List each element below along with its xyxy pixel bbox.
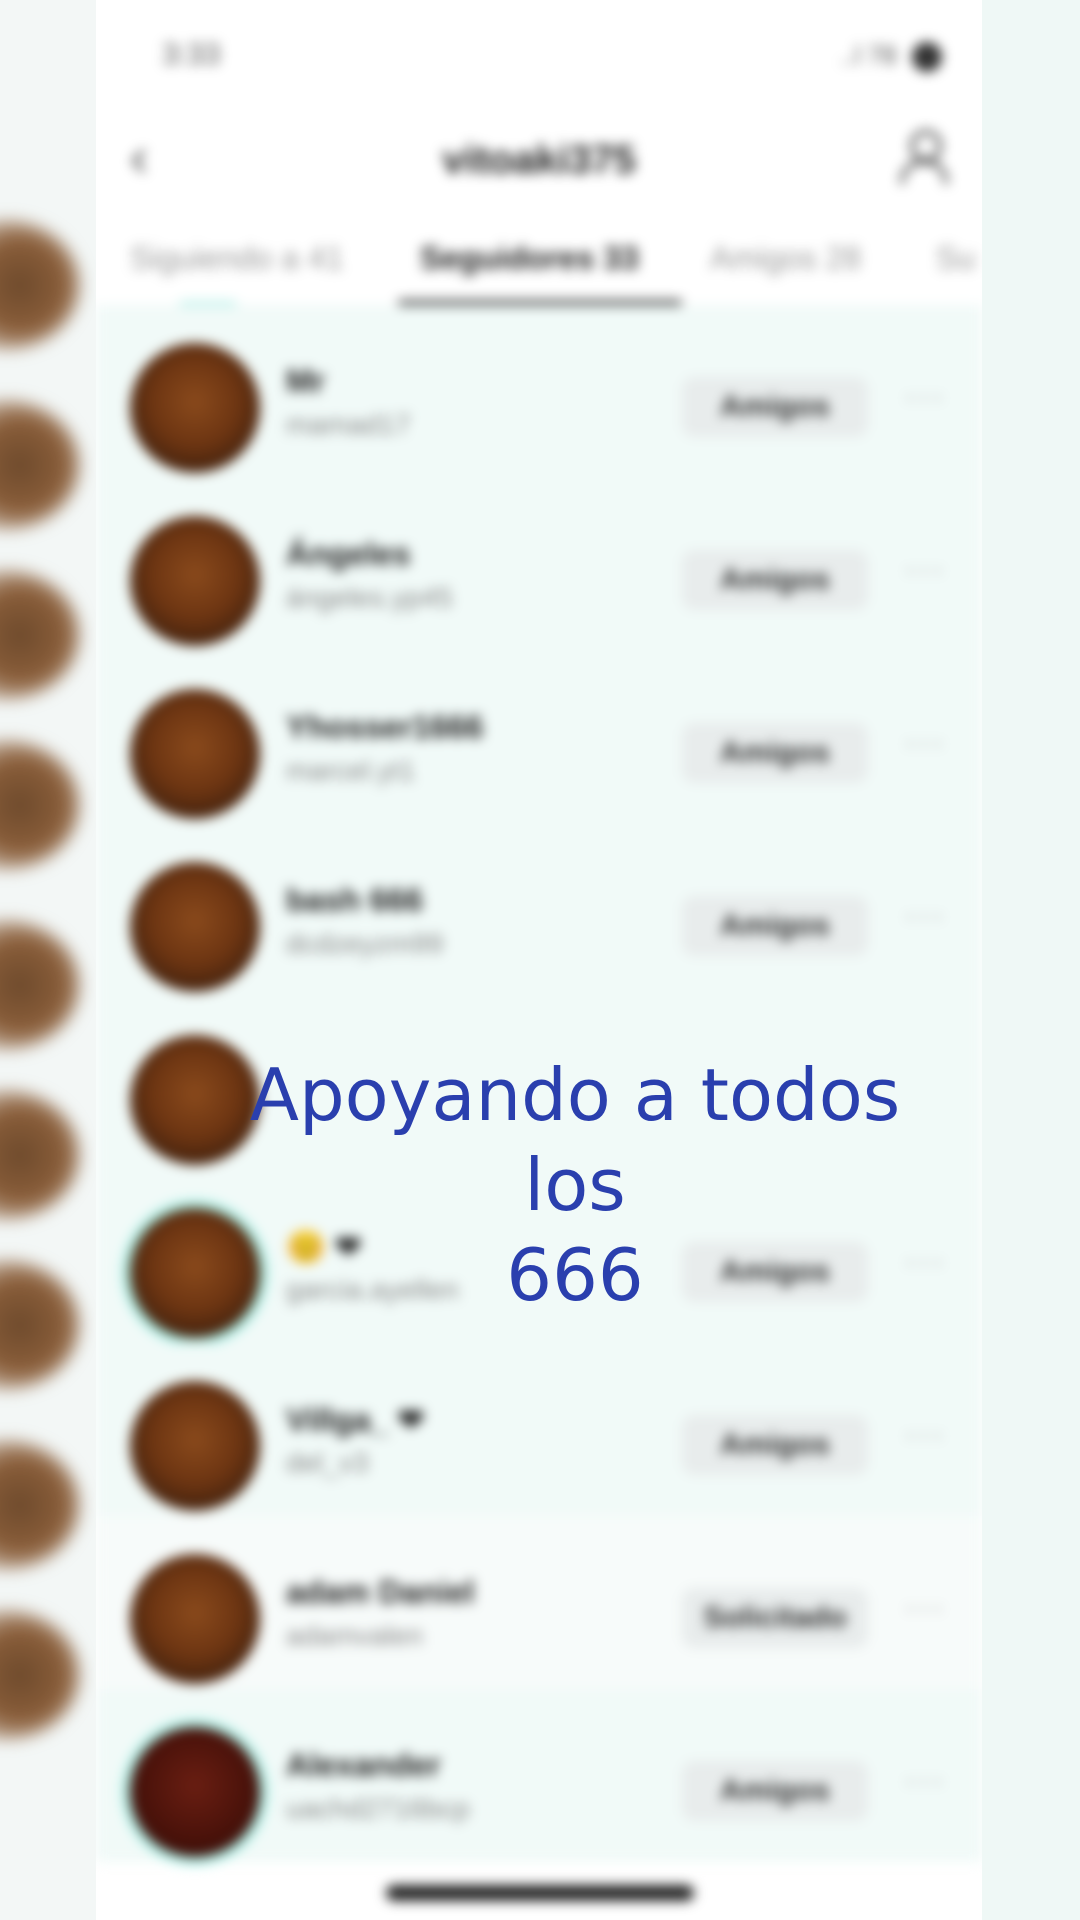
backdrop-avatar-blur — [0, 920, 80, 1050]
friends-button[interactable]: Amigos — [682, 377, 868, 437]
avatar[interactable] — [130, 689, 260, 819]
user-handle: uachd2716bcp — [286, 1793, 470, 1824]
status-bar: 3:33 ..l 78 — [96, 0, 982, 110]
more-options-icon[interactable]: ··· — [904, 894, 946, 936]
backdrop-avatar-blur — [0, 1440, 80, 1570]
user-name: Ángeles — [286, 536, 411, 572]
user-handle: marcel.yt1 — [286, 755, 416, 786]
user-name: Yhosser1666 — [286, 709, 484, 745]
user-name: bash 666 — [286, 882, 423, 918]
more-options-icon[interactable]: ··· — [904, 548, 946, 590]
user-handle: ángeles.yp45 — [286, 582, 453, 613]
tab-following[interactable]: Siguiendo a 41 — [130, 240, 344, 277]
right-blurred-backdrop — [982, 0, 1080, 1920]
list-item[interactable]: Yhosser1666 marcel.yt1 Amigos ··· — [96, 651, 982, 824]
more-options-icon[interactable]: ··· — [904, 375, 946, 417]
list-item[interactable]: Ángeles ángeles.yp45 Amigos ··· — [96, 478, 982, 651]
tab-followers[interactable]: Seguidores 33 — [420, 240, 639, 277]
avatar[interactable] — [130, 516, 260, 646]
user-handle: dcdzeyzm99 — [286, 928, 444, 959]
list-item[interactable]: adam Daniel adamvalen Solicitado ··· — [96, 1516, 982, 1689]
page-title: vitoaki375 — [442, 138, 636, 182]
person-icon-body — [900, 160, 948, 184]
status-time: 3:33 — [162, 38, 221, 71]
backdrop-avatar-blur — [0, 1610, 80, 1740]
avatar[interactable] — [130, 1727, 260, 1857]
friends-button[interactable]: Amigos — [682, 1415, 868, 1475]
backdrop-avatar-blur — [0, 1090, 80, 1220]
requested-button[interactable]: Solicitado — [682, 1588, 868, 1648]
more-options-icon[interactable]: ··· — [904, 721, 946, 763]
nav-bar: ‹ vitoaki375 — [96, 110, 982, 210]
tab-friends[interactable]: Amigos 28 — [710, 240, 861, 277]
person-icon-head — [910, 130, 942, 162]
friends-button[interactable]: Amigos — [682, 896, 868, 956]
backdrop-avatar-blur — [0, 570, 80, 700]
user-name: adam Daniel — [286, 1574, 475, 1610]
list-item[interactable]: Villga_ ❤ del_v3 Amigos ··· — [96, 1343, 982, 1516]
tab-suggested[interactable]: Su — [936, 240, 975, 277]
list-item[interactable]: Alexander uachd2716bcp Amigos ··· — [96, 1689, 982, 1862]
battery-level: 78 — [867, 40, 897, 70]
user-handle: del_v3 — [286, 1447, 369, 1478]
more-options-icon[interactable]: ··· — [904, 1759, 946, 1801]
battery-icon — [912, 42, 942, 73]
more-options-icon[interactable]: ··· — [904, 1586, 946, 1628]
user-name: Mr — [286, 363, 326, 399]
left-blurred-backdrop — [0, 0, 96, 1920]
user-name: Villga_ ❤ — [286, 1402, 425, 1438]
backdrop-avatar-blur — [0, 1260, 80, 1390]
home-indicator — [386, 1885, 694, 1901]
signal-icon: ..l — [840, 40, 861, 70]
person-icon[interactable] — [898, 130, 948, 186]
status-icons: ..l 78 — [840, 40, 942, 73]
avatar[interactable] — [130, 343, 260, 473]
backdrop-avatar-blur — [0, 400, 80, 530]
friends-button[interactable]: Amigos — [682, 723, 868, 783]
phone-screen: 3:33 ..l 78 ‹ vitoaki375 Siguiendo a 41 … — [96, 0, 982, 1920]
friends-button[interactable]: Amigos — [682, 1761, 868, 1821]
list-item[interactable]: Mr mamad17 Amigos ··· — [96, 305, 982, 478]
avatar[interactable] — [130, 862, 260, 992]
more-options-icon[interactable]: ··· — [904, 1413, 946, 1455]
video-caption: Apoyando a todos los 666 — [249, 1053, 901, 1317]
backdrop-avatar-blur — [0, 740, 80, 870]
avatar[interactable] — [130, 1554, 260, 1684]
user-name: Alexander — [286, 1747, 441, 1783]
friends-button[interactable]: Amigos — [682, 550, 868, 610]
user-handle: adamvalen — [286, 1620, 423, 1651]
avatar[interactable] — [130, 1381, 260, 1511]
backdrop-avatar-blur — [0, 220, 80, 350]
list-item[interactable]: bash 666 dcdzeyzm99 Amigos ··· — [96, 824, 982, 997]
user-handle: mamad17 — [286, 409, 411, 440]
tab-bar: Siguiendo a 41 Seguidores 33 Amigos 28 S… — [96, 210, 982, 312]
